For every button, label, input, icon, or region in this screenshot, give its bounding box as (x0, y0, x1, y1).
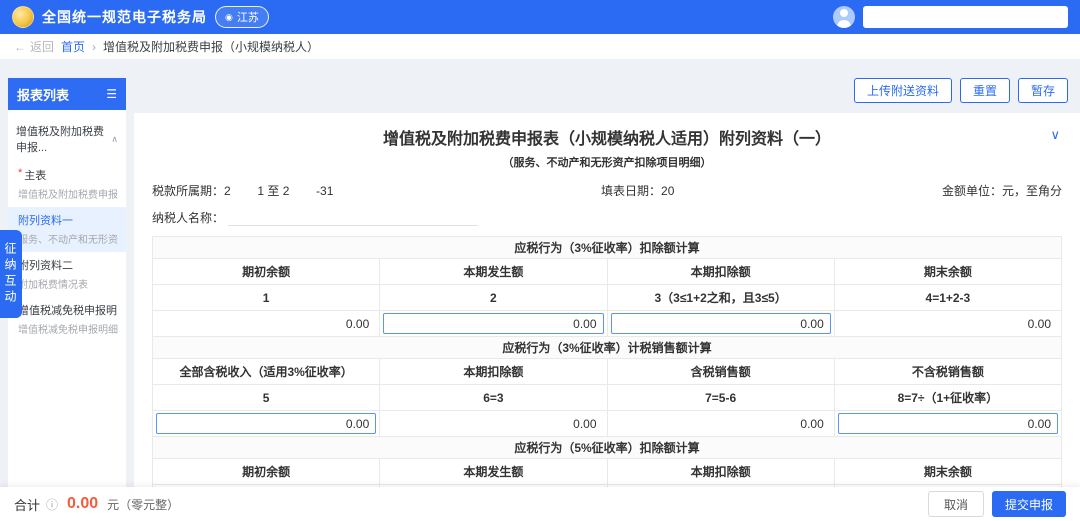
content-area: 报表列表 ☰ 增值税及附加税费申报... ∧ *主表 增值税及附加税费申报表 附… (0, 60, 1080, 487)
upload-attachments-button[interactable]: 上传附送资料 (854, 78, 952, 103)
section-3-title: 应税行为（5%征收率）扣除额计算 (153, 437, 1062, 459)
top-header-bar: 全国统一规范电子税务局 ◉ 江苏 (0, 0, 1080, 34)
excl-tax-sales-input[interactable] (838, 413, 1058, 434)
sidebar-item-appendix-2[interactable]: 附列资料二 附加税费情况表 (8, 252, 126, 297)
location-pin-icon: ◉ (225, 13, 233, 22)
sidebar-group-vat-declaration[interactable]: 增值税及附加税费申报... ∧ (8, 116, 126, 162)
main-area: 上传附送资料 重置 暂存 增值税及附加税费申报表（小规模纳税人适用）附列资料（一… (134, 78, 1080, 487)
taxpayer-name-field[interactable] (228, 208, 478, 226)
user-avatar[interactable] (833, 6, 855, 28)
fill-date-value: 20 (661, 184, 674, 198)
column-header: 期初余额 (153, 259, 380, 285)
formula-cell: 7=5-6 (607, 385, 834, 411)
column-header: 期初余额 (153, 459, 380, 485)
avatar-person-icon (840, 9, 848, 17)
column-header: 本期发生额 (380, 459, 607, 485)
tax-period-value: 2 1 至 2 -31 (224, 184, 333, 198)
column-header: 本期扣除额 (607, 259, 834, 285)
tax-period: 税款所属期：2 1 至 2 -31 (152, 182, 333, 199)
formula-cell: 1 (153, 285, 380, 311)
column-header: 不含税销售额 (834, 359, 1061, 385)
deduction-table: 应税行为（3%征收率）扣除额计算 期初余额 本期发生额 本期扣除额 期末余额 1… (152, 236, 1062, 487)
period-occurrence-input[interactable] (383, 313, 603, 334)
sidebar-item-appendix-1[interactable]: 附列资料一 服务、不动产和无形资产扣... (8, 207, 126, 252)
section-1-title: 应税行为（3%征收率）扣除额计算 (153, 237, 1062, 259)
formula-cell: 5 (153, 385, 380, 411)
taxable-income-input[interactable] (156, 413, 376, 434)
sidebar-menu-icon[interactable]: ☰ (106, 87, 117, 101)
readonly-value-cell: 0.00 (834, 311, 1061, 337)
total-unit: 元（零元整） (107, 496, 179, 513)
readonly-value-cell: 0.00 (153, 311, 380, 337)
section-2-title: 应税行为（3%征收率）计税销售额计算 (153, 337, 1062, 359)
collapse-caret-icon: ∧ (111, 134, 118, 145)
period-deduction-input[interactable] (611, 313, 831, 334)
breadcrumb: ← 返回 首页 › 增值税及附加税费申报（小规模纳税人） (0, 34, 1080, 60)
column-header: 含税销售额 (607, 359, 834, 385)
footer-bar: 合计 ⓘ 0.00 元（零元整） 取消 提交申报 (0, 487, 1080, 521)
submit-declaration-button[interactable]: 提交申报 (992, 491, 1066, 517)
total-amount: 0.00 (67, 495, 98, 513)
sidebar-header: 报表列表 ☰ (8, 78, 126, 110)
formula-cell: 8=7÷（1+征收率） (834, 385, 1061, 411)
cancel-button[interactable]: 取消 (928, 491, 984, 517)
report-list-sidebar: 报表列表 ☰ 增值税及附加税费申报... ∧ *主表 增值税及附加税费申报表 附… (8, 78, 126, 487)
form-panel: 增值税及附加税费申报表（小规模纳税人适用）附列资料（一） ∨ （服务、不动产和无… (134, 113, 1080, 487)
back-label: 返回 (30, 38, 54, 55)
fill-date: 填表日期：20 (601, 182, 674, 199)
breadcrumb-current: 增值税及附加税费申报（小规模纳税人） (103, 38, 319, 55)
form-subtitle: （服务、不动产和无形资产扣除项目明细） (152, 154, 1062, 170)
region-badge[interactable]: ◉ 江苏 (215, 6, 269, 28)
save-draft-button[interactable]: 暂存 (1018, 78, 1068, 103)
taxpayer-name-label: 纳税人名称： (152, 209, 224, 226)
sidebar-title: 报表列表 (17, 85, 69, 104)
chevron-down-icon[interactable]: ∨ (1050, 127, 1060, 143)
formula-cell: 2 (380, 285, 607, 311)
readonly-value-cell: 0.00 (380, 411, 607, 437)
breadcrumb-home-link[interactable]: 首页 (61, 38, 85, 55)
column-header: 本期扣除额 (607, 459, 834, 485)
form-title: 增值税及附加税费申报表（小规模纳税人适用）附列资料（一） ∨ (152, 125, 1062, 149)
total-label: 合计 (14, 495, 40, 514)
amount-unit-note: 金额单位：元，至角分 (942, 182, 1062, 199)
tax-interaction-vertical-tab[interactable]: 征纳互动 (0, 230, 22, 318)
column-header: 期末余额 (834, 459, 1061, 485)
sidebar-body: 增值税及附加税费申报... ∧ *主表 增值税及附加税费申报表 附列资料一 服务… (8, 110, 126, 487)
region-label: 江苏 (237, 9, 259, 25)
readonly-value-cell: 0.00 (607, 411, 834, 437)
formula-cell: 6=3 (380, 385, 607, 411)
column-header: 期末余额 (834, 259, 1061, 285)
taxpayer-row: 纳税人名称： (152, 208, 1062, 226)
column-header: 本期扣除额 (380, 359, 607, 385)
info-icon[interactable]: ⓘ (46, 496, 58, 513)
sidebar-item-main-form[interactable]: *主表 增值税及附加税费申报表 (8, 162, 126, 207)
breadcrumb-separator: › (92, 40, 96, 54)
form-meta-row: 税款所属期：2 1 至 2 -31 填表日期：20 金额单位：元，至角分 (152, 182, 1062, 199)
back-arrow-icon: ← (14, 40, 26, 54)
column-header: 全部含税收入（适用3%征收率） (153, 359, 380, 385)
column-header: 本期发生额 (380, 259, 607, 285)
header-search-input[interactable] (863, 6, 1068, 28)
required-asterisk: * (18, 167, 22, 183)
back-button[interactable]: ← 返回 (14, 38, 54, 55)
reset-button[interactable]: 重置 (960, 78, 1010, 103)
sidebar-item-vat-reduction[interactable]: 增值税减免税申报明... 增值税减免税申报明细表 (8, 297, 126, 342)
app-title: 全国统一规范电子税务局 (42, 7, 207, 27)
tax-bureau-logo (12, 6, 34, 28)
formula-cell: 3（3≤1+2之和，且3≤5） (607, 285, 834, 311)
formula-cell: 4=1+2-3 (834, 285, 1061, 311)
form-toolbar: 上传附送资料 重置 暂存 (134, 78, 1080, 113)
